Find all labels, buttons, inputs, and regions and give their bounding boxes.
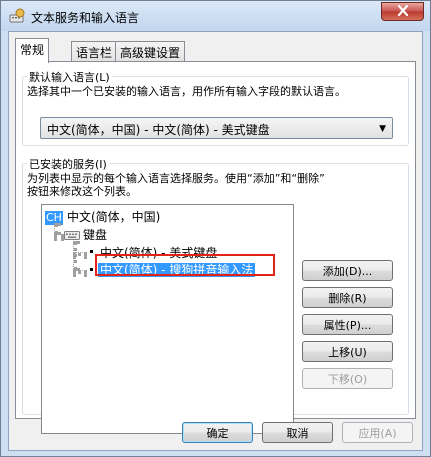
installed-services-legend: 已安装的服务(I) [27,156,109,172]
tree-category-node[interactable]: 键盘 [64,226,107,243]
tree-connector [73,270,87,274]
default-language-select[interactable]: 中文(简体，中国) - 中文(简体) - 美式键盘 ▼ [40,117,393,139]
add-button[interactable]: 添加(D)... [302,260,393,281]
default-language-value: 中文(简体，中国) - 中文(简体) - 美式键盘 [47,123,270,137]
close-icon [397,4,409,19]
remove-button[interactable]: 删除(R) [302,287,393,308]
default-language-legend: 默认输入语言(L) [27,69,112,85]
installed-services-tree[interactable]: CH 中文(简体，中国) 键盘 中文(简体) - 美式键盘 中文(简体) - 搜狗… [41,204,294,434]
installed-services-description-line1: 为列表中显示的每个输入语言选择服务。使用“添加”和“删除” [27,172,325,185]
keyboard-globe-icon [9,8,25,24]
title-bar[interactable]: 文本服务和输入语言 [1,1,430,31]
apply-button[interactable]: 应用(A) [342,422,413,443]
default-language-description: 选择其中一个已安装的输入语言，用作所有输入字段的默认语言。 [27,85,346,98]
bullet-icon [90,268,93,271]
chevron-down-icon: ▼ [379,124,386,134]
properties-button[interactable]: 属性(P)... [302,314,393,335]
bullet-icon [90,250,93,253]
tab-language-bar[interactable]: 语言栏 [71,41,118,61]
window-title: 文本服务和输入语言 [31,11,140,25]
tree-connector [54,234,64,238]
tree-category-label: 键盘 [83,228,108,242]
move-down-button[interactable]: 下移(O) [302,368,393,389]
keyboard-icon [64,229,80,243]
move-up-button[interactable]: 上移(U) [302,341,393,362]
annotation-highlight-box [95,254,275,276]
ok-button[interactable]: 确定 [182,422,253,443]
tree-language-node[interactable]: CH 中文(简体，中国) [45,208,160,225]
tab-general[interactable]: 常规 [15,38,50,63]
tab-advanced-key-settings[interactable]: 高级键设置 [115,41,186,61]
close-button[interactable] [381,2,424,21]
tree-language-label: 中文(简体，中国) [66,210,161,224]
installed-services-description-line2: 按钮来修改这个列表。 [27,185,137,198]
cancel-button[interactable]: 取消 [262,422,333,443]
tree-connector [73,241,77,271]
tree-connector [73,252,87,256]
